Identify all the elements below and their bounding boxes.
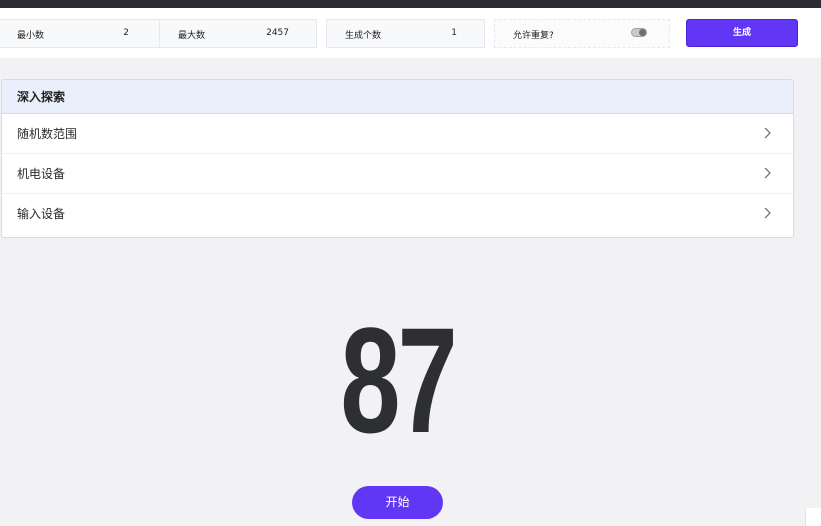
count-field[interactable]: 生成个数 1	[326, 19, 485, 48]
list-item-label: 输入设备	[17, 207, 66, 221]
corner-widget	[805, 508, 821, 526]
min-number-value[interactable]: 2	[100, 28, 129, 38]
list-item-input-devices[interactable]: 输入设备	[2, 194, 793, 234]
toggle-knob	[639, 29, 646, 36]
chevron-right-icon	[764, 127, 771, 139]
list-item-electromechanical[interactable]: 机电设备	[2, 154, 793, 194]
count-value[interactable]: 1	[427, 28, 457, 38]
panel-title: 深入探索	[2, 80, 793, 114]
list-item-label: 机电设备	[17, 167, 66, 181]
allow-repeat-field: 允许重复?	[494, 19, 670, 48]
chevron-right-icon	[764, 167, 771, 179]
allow-repeat-label: 允许重复?	[513, 31, 554, 41]
max-number-field[interactable]: 最大数 2457	[159, 19, 317, 48]
generator-controls: 最小数 2 最大数 2457 生成个数 1 允许重复? 生成	[0, 8, 821, 58]
chevron-right-icon	[764, 207, 771, 219]
window-top-bar	[0, 0, 821, 8]
result-number: 87	[340, 296, 457, 464]
explore-panel: 深入探索 随机数范围 机电设备 输入设备	[1, 79, 794, 238]
allow-repeat-toggle[interactable]	[631, 28, 647, 37]
max-number-value[interactable]: 2457	[250, 28, 289, 38]
max-number-label: 最大数	[178, 31, 206, 41]
list-item-label: 随机数范围	[17, 127, 78, 141]
start-button[interactable]: 开始	[352, 486, 443, 519]
min-number-label: 最小数	[17, 31, 45, 41]
generate-button[interactable]: 生成	[686, 19, 798, 47]
list-item-random-range[interactable]: 随机数范围	[2, 114, 793, 154]
min-number-field[interactable]: 最小数 2	[0, 19, 159, 48]
count-label: 生成个数	[345, 31, 382, 41]
